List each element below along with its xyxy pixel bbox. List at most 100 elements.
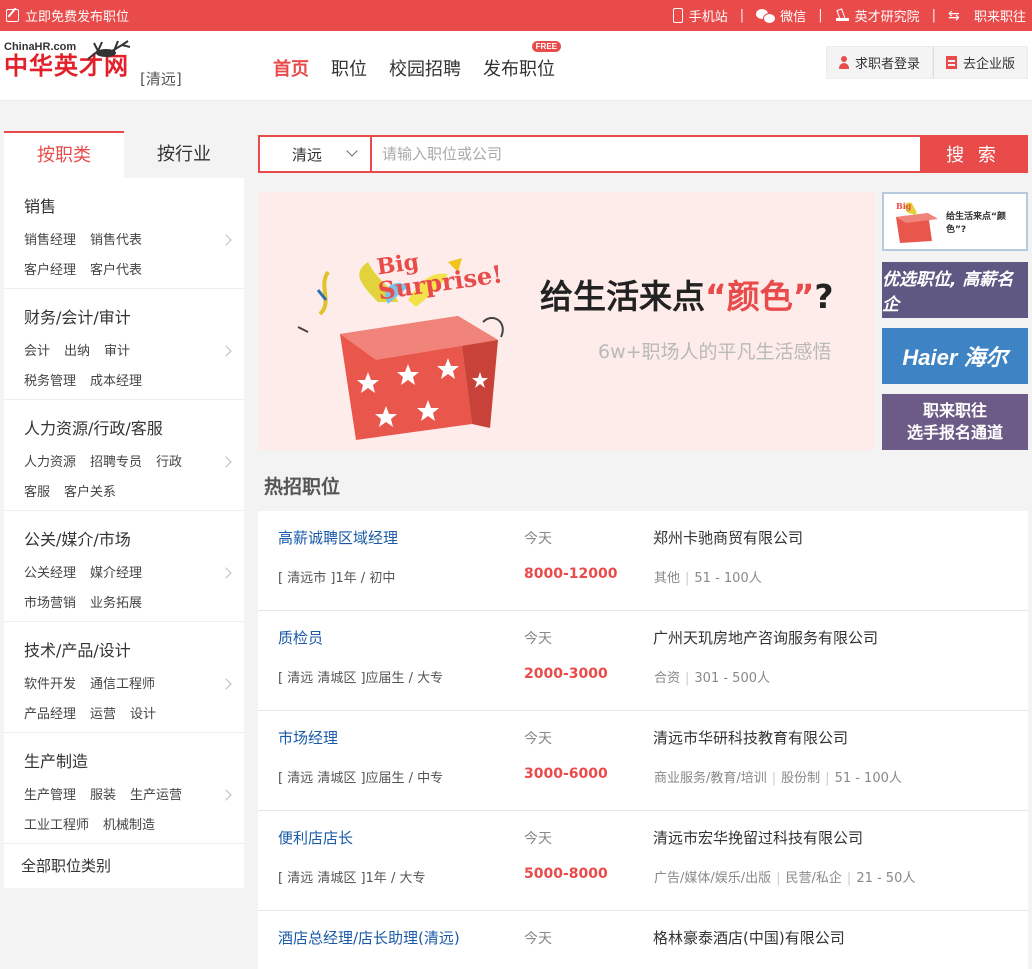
category-item[interactable]: 公关经理 xyxy=(24,566,76,581)
job-title-link[interactable]: 酒店总经理/店长助理(清远) xyxy=(278,927,460,948)
nav-post-job[interactable]: 发布职位 FREE xyxy=(483,41,561,81)
company-name-link[interactable]: 郑州卡驰商贸有限公司 xyxy=(653,527,803,548)
logo[interactable]: ChinaHR.com 中华英才网 xyxy=(4,40,131,79)
nav-campus[interactable]: 校园招聘 xyxy=(389,55,461,81)
zhilai-zhiwang-link[interactable]: ⇆ 职来职往 xyxy=(948,6,1026,26)
category-item[interactable]: 软件开发 xyxy=(24,677,76,692)
city-select-value: 清远 xyxy=(292,145,323,164)
category-item[interactable]: 产品经理 xyxy=(24,707,76,722)
category-sidebar: 按职类 按行业 销售销售经理 销售代表 客户经理 客户代表财务/会计/审计会计 出纳 审计… xyxy=(4,131,244,888)
category-item[interactable]: 设计 xyxy=(130,707,156,722)
job-title-link[interactable]: 市场经理 xyxy=(278,727,338,748)
category-item[interactable]: 工业工程师 xyxy=(24,818,89,833)
category-title[interactable]: 销售 xyxy=(24,193,224,217)
job-title-link[interactable]: 高薪诚聘区域经理 xyxy=(278,527,398,548)
category-item[interactable]: 生产运营 xyxy=(130,788,182,803)
thumb-colorful-life-label: 给生活来点“颜色”? xyxy=(945,211,1006,235)
category-item[interactable]: 客户关系 xyxy=(64,485,116,500)
category-item[interactable]: 行政 xyxy=(156,455,182,470)
search-input[interactable] xyxy=(372,137,920,171)
category-item[interactable]: 招聘专员 xyxy=(90,455,142,470)
company-name-link[interactable]: 格林豪泰酒店(中国)有限公司 xyxy=(653,927,845,948)
thumb-colorful-life[interactable]: Big 给生活来点“颜色”? xyxy=(882,192,1028,251)
category-title[interactable]: 公关/媒介/市场 xyxy=(24,526,224,550)
category-item[interactable]: 销售经理 xyxy=(24,233,76,248)
research-link[interactable]: 英才研究院 xyxy=(835,6,920,25)
company-meta-item: 301 - 500人 xyxy=(694,671,770,686)
job-row[interactable]: 质检员 今天 广州天玑房地产咨询服务有限公司 [ 清远 清城区 ]应届生 / 大专 20… xyxy=(258,611,1028,711)
category-title[interactable]: 人力资源/行政/客服 xyxy=(24,415,224,439)
wechat-link[interactable]: 微信 xyxy=(756,6,806,25)
mobile-site-label: 手机站 xyxy=(688,10,728,25)
search-button[interactable]: 搜 索 xyxy=(920,137,1026,171)
job-title-link[interactable]: 便利店店长 xyxy=(278,827,353,848)
enterprise-button[interactable]: 去企业版 xyxy=(932,46,1028,79)
headline-accent: “颜色” xyxy=(705,277,815,316)
city-select[interactable]: 清远 xyxy=(260,137,372,171)
jobseeker-login-button[interactable]: 求职者登录 xyxy=(825,46,933,79)
category-item[interactable]: 出纳 xyxy=(64,344,90,359)
category-row: 生产管理 服装 生产运营 xyxy=(24,784,224,814)
category-item[interactable]: 业务拓展 xyxy=(90,596,142,611)
category-item[interactable]: 客户经理 xyxy=(24,263,76,278)
category-item[interactable]: 会计 xyxy=(24,344,50,359)
main-banner[interactable]: Big Surprise! 给生活来点“颜色”? 6w+职场人的平凡生活感悟 xyxy=(258,192,874,450)
free-badge: FREE xyxy=(531,41,561,52)
header-buttons: 求职者登录 去企业版 xyxy=(825,46,1028,79)
login-label: 求职者登录 xyxy=(854,57,920,72)
company-meta: 广告/媒体/娱乐/出版 | 民营/私企 | 21 - 50人 xyxy=(654,867,915,886)
category-item[interactable]: 成本经理 xyxy=(90,374,142,389)
enterprise-label: 去企业版 xyxy=(962,57,1015,72)
building-icon xyxy=(945,56,957,69)
category-title[interactable]: 生产制造 xyxy=(24,748,224,772)
post-job-link[interactable]: 立即免费发布职位 xyxy=(6,0,129,31)
category-item[interactable]: 税务管理 xyxy=(24,374,76,389)
nav-jobs[interactable]: 职位 xyxy=(331,55,367,81)
category-item[interactable]: 媒介经理 xyxy=(90,566,142,581)
category-item[interactable]: 审计 xyxy=(104,344,130,359)
job-salary: 3000-6000 xyxy=(524,766,608,782)
category-item[interactable]: 运营 xyxy=(90,707,116,722)
company-name-link[interactable]: 清远市华研科技教育有限公司 xyxy=(653,727,848,748)
research-label: 英才研究院 xyxy=(854,10,920,25)
nav-home[interactable]: 首页 xyxy=(273,55,309,81)
edit-icon xyxy=(6,9,19,22)
job-date: 今天 xyxy=(524,931,552,947)
category-item[interactable]: 服装 xyxy=(90,788,116,803)
company-meta-item: 51 - 100人 xyxy=(694,571,762,586)
category-item[interactable]: 市场营销 xyxy=(24,596,76,611)
mobile-site-link[interactable]: 手机站 xyxy=(672,6,728,25)
company-name-link[interactable]: 广州天玑房地产咨询服务有限公司 xyxy=(653,627,878,648)
company-meta-item: 其他 xyxy=(654,571,681,586)
category-title[interactable]: 财务/会计/审计 xyxy=(24,304,224,328)
job-row[interactable]: 高薪诚聘区域经理 今天 郑州卡驰商贸有限公司 [ 清远市 ]1年 / 初中 8000-1… xyxy=(258,511,1028,611)
category-item[interactable]: 人力资源 xyxy=(24,455,76,470)
category-item[interactable]: 机械制造 xyxy=(103,818,155,833)
company-name-link[interactable]: 清远市宏华挽留过科技有限公司 xyxy=(653,827,863,848)
current-city[interactable]: [清远] xyxy=(140,68,182,89)
job-row[interactable]: 酒店总经理/店长助理(清远) 今天 格林豪泰酒店(中国)有限公司 xyxy=(258,911,1028,969)
category-item[interactable]: 通信工程师 xyxy=(90,677,155,692)
thumb-premium-jobs[interactable]: 优选职位, 高薪名企 xyxy=(882,262,1028,318)
category-item[interactable]: 生产管理 xyxy=(24,788,76,803)
tab-by-category[interactable]: 按职类 xyxy=(4,131,124,178)
banner-subtitle: 6w+职场人的平凡生活感悟 xyxy=(598,341,832,363)
job-title-link[interactable]: 质检员 xyxy=(278,627,323,648)
all-categories-link[interactable]: 全部职位类别 xyxy=(4,844,244,888)
category-row: 会计 出纳 审计 xyxy=(24,340,224,370)
meta-separator: | xyxy=(685,671,690,686)
tab-by-industry[interactable]: 按行业 xyxy=(124,131,244,178)
banner-headline: 给生活来点“颜色”? xyxy=(540,270,834,318)
job-row[interactable]: 便利店店长 今天 清远市宏华挽留过科技有限公司 [ 清远 清城区 ]1年 / 大专 50… xyxy=(258,811,1028,911)
top-links: 手机站 | 微信 | 英才研究院 | ⇆ 职来职往 xyxy=(672,0,1026,31)
category-item[interactable]: 客服 xyxy=(24,485,50,500)
category-title[interactable]: 技术/产品/设计 xyxy=(24,637,224,661)
thumb-haier[interactable]: Haier 海尔 xyxy=(882,328,1028,384)
job-row[interactable]: 市场经理 今天 清远市华研科技教育有限公司 [ 清远 清城区 ]应届生 / 中专 300… xyxy=(258,711,1028,811)
separator: | xyxy=(739,8,745,23)
company-meta-item: 商业服务/教育/培训 xyxy=(654,771,767,786)
thumb-zhilai-zhiwang[interactable]: 职来职往 选手报名通道 xyxy=(882,394,1028,450)
category-item[interactable]: 客户代表 xyxy=(90,263,142,278)
job-salary: 2000-3000 xyxy=(524,666,608,682)
category-item[interactable]: 销售代表 xyxy=(90,233,142,248)
